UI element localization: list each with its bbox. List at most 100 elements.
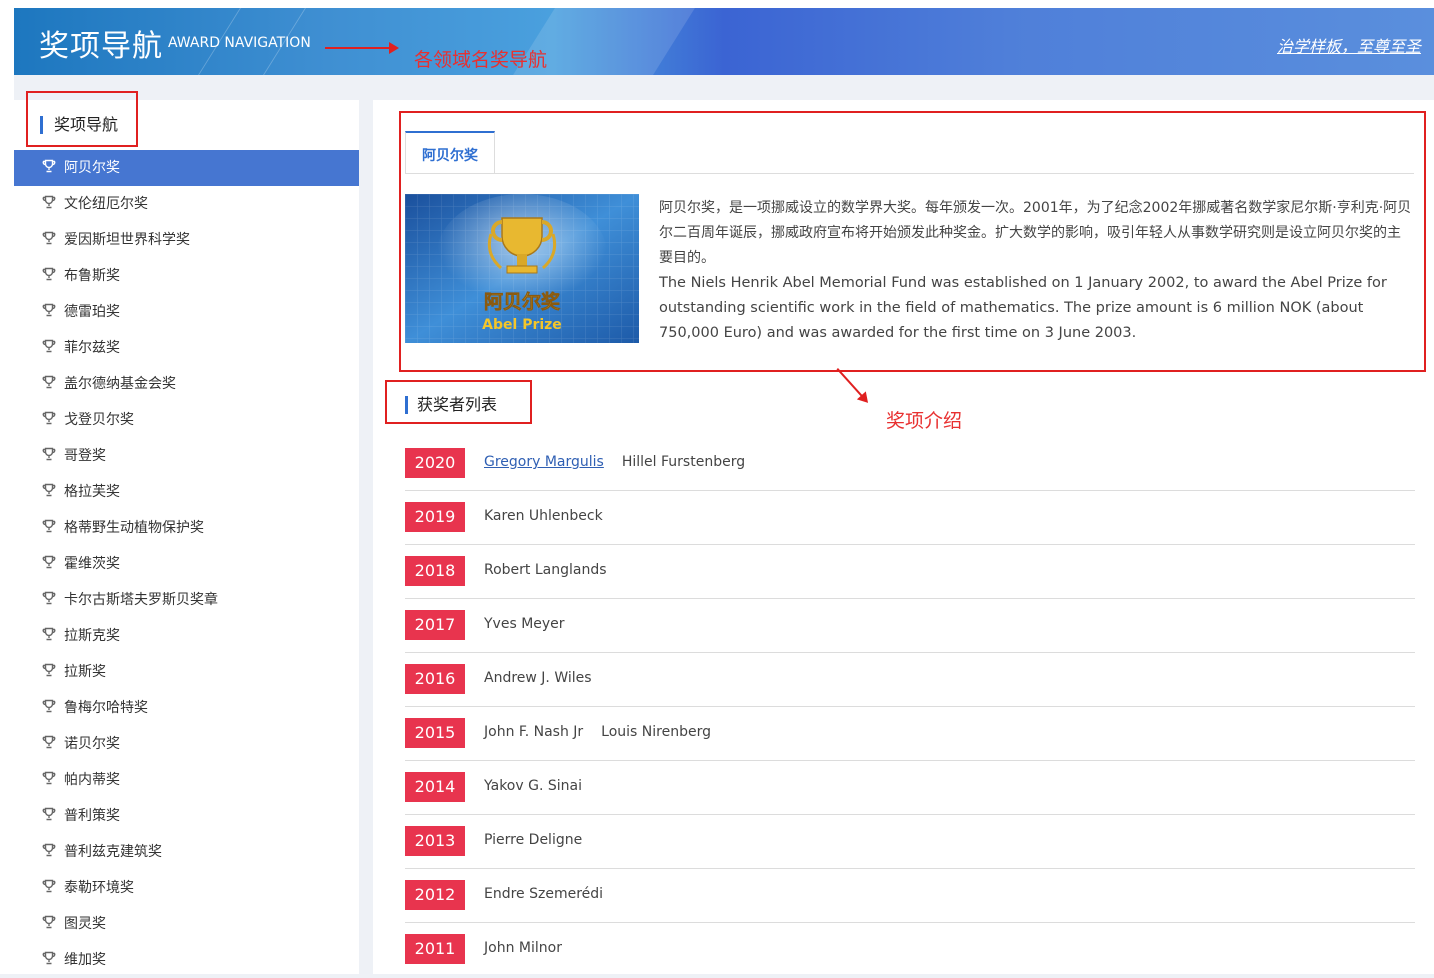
trophy-icon (42, 195, 56, 209)
sidebar-list: 阿贝尔奖文伦纽厄尔奖爱因斯坦世界科学奖 布鲁斯奖德雷珀奖菲尔兹奖盖尔德纳基金会奖戈… (14, 150, 359, 978)
year-badge: 2013 (405, 826, 465, 856)
sidebar-item[interactable]: 普利策奖 (14, 798, 359, 834)
winner-names: Karen Uhlenbeck (484, 508, 621, 524)
motto-link[interactable]: 治学样板，至尊至圣 (1277, 33, 1421, 57)
sidebar-item-label: 爱因斯坦世界科学奖 (64, 232, 190, 248)
trophy-icon (42, 879, 56, 893)
winners-heading: 获奖者列表 (405, 396, 497, 414)
award-image-art: 阿贝尔奖 Abel Prize (405, 194, 639, 343)
trophy-icon (42, 663, 56, 677)
sidebar-item[interactable]: 图灵奖 (14, 906, 359, 942)
winner-name: Louis Nirenberg (601, 724, 711, 740)
winner-row: 2012 Endre Szemerédi (405, 869, 1415, 923)
award-image-subtitle: Abel Prize (482, 317, 562, 333)
sidebar-item[interactable]: 阿贝尔奖 (14, 150, 359, 186)
sidebar-item-label: 霍维茨奖 (64, 556, 120, 572)
sidebar-item-label: 德雷珀奖 (64, 304, 120, 320)
winner-names: Yakov G. Sinai (484, 778, 600, 794)
year-badge: 2011 (405, 934, 465, 964)
sidebar-item-label: 拉斯克奖 (64, 628, 120, 644)
winner-name: John Milnor (484, 940, 562, 956)
sidebar-item[interactable]: 卡尔古斯塔夫罗斯贝奖章 (14, 582, 359, 618)
sidebar-item-label: 阿贝尔奖 (64, 160, 120, 176)
winner-row: 2014 Yakov G. Sinai (405, 761, 1415, 815)
sidebar-item[interactable]: 泰勒环境奖 (14, 870, 359, 906)
year-badge: 2014 (405, 772, 465, 802)
page-left-edge (0, 0, 14, 974)
sidebar-item-label: 普利兹克建筑奖 (64, 844, 162, 860)
winner-name: Hillel Furstenberg (621, 454, 746, 470)
winner-name-link[interactable]: Gregory Margulis (484, 454, 604, 470)
year-badge: 2017 (405, 610, 465, 640)
sidebar-item[interactable]: 帕内蒂奖 (14, 762, 359, 798)
annotation-nav-note: 各领域名奖导航 (414, 49, 548, 71)
sidebar-heading: 奖项导航 (40, 116, 118, 134)
winner-names: Gregory Margulis Hillel Furstenberg (484, 454, 763, 470)
annotation-intro-note: 奖项介绍 (886, 410, 963, 432)
trophy-icon (42, 375, 56, 389)
year-badge: 2012 (405, 880, 465, 910)
sidebar-item-label: 菲尔兹奖 (64, 340, 120, 356)
sidebar-item[interactable]: 拉斯奖 (14, 654, 359, 690)
sidebar-item[interactable]: 戈登贝尔奖 (14, 402, 359, 438)
sidebar-item[interactable]: 爱因斯坦世界科学奖 (14, 222, 359, 258)
winner-name: Karen Uhlenbeck (484, 508, 603, 524)
trophy-icon (42, 699, 56, 713)
sidebar-item[interactable]: 格蒂野生动植物保护奖 (14, 510, 359, 546)
sidebar-item-label: 鲁梅尔哈特奖 (64, 700, 148, 716)
sidebar-item[interactable]: 文伦纽厄尔奖 (14, 186, 359, 222)
sidebar-item[interactable]: 维加奖 (14, 942, 359, 978)
page-title: 奖项导航 (39, 29, 163, 64)
winner-row: 2019 Karen Uhlenbeck (405, 491, 1415, 545)
trophy-icon (42, 411, 56, 425)
sidebar-item-label: 维加奖 (64, 952, 106, 968)
winner-name: Andrew J. Wiles (484, 670, 592, 686)
year-badge: 2015 (405, 718, 465, 748)
sidebar-item[interactable]: 鲁梅尔哈特奖 (14, 690, 359, 726)
winner-names: Robert Langlands (484, 562, 625, 578)
sidebar-item[interactable]: 哥登奖 (14, 438, 359, 474)
sidebar-item[interactable]: 德雷珀奖 (14, 294, 359, 330)
sidebar-item-label: 拉斯奖 (64, 664, 106, 680)
winner-names: Andrew J. Wiles (484, 670, 610, 686)
tab-abel-prize[interactable]: 阿贝尔奖 (405, 131, 495, 173)
year-badge: 2018 (405, 556, 465, 586)
trophy-icon (42, 807, 56, 821)
sidebar-item-label: 帕内蒂奖 (64, 772, 120, 788)
winner-names: Endre Szemerédi (484, 886, 621, 902)
winner-row: 2018 Robert Langlands (405, 545, 1415, 599)
sidebar-item[interactable]: 诺贝尔奖 (14, 726, 359, 762)
year-badge: 2016 (405, 664, 465, 694)
year-badge: 2020 (405, 448, 465, 478)
winner-row: 2011 John Milnor (405, 923, 1415, 977)
main-content: 阿贝尔奖 阿贝尔奖 Abel Prize 阿贝尔奖，是一项挪威设立的数学界大奖。… (373, 100, 1434, 974)
sidebar-item-label: 格拉芙奖 (64, 484, 120, 500)
header-banner: 奖项导航 AWARD NAVIGATION 治学样板，至尊至圣 (14, 8, 1434, 75)
sidebar-item[interactable]: 格拉芙奖 (14, 474, 359, 510)
sidebar-item[interactable]: 布鲁斯奖 (14, 258, 359, 294)
sidebar-item-label: 泰勒环境奖 (64, 880, 134, 896)
winner-row: 2020 Gregory Margulis Hillel Furstenberg (405, 437, 1415, 491)
winner-row: 2015 John F. Nash Jr Louis Nirenberg (405, 707, 1415, 761)
sidebar-item-label: 普利策奖 (64, 808, 120, 824)
description-en: The Niels Henrik Abel Memorial Fund was … (659, 275, 1387, 341)
trophy-icon (42, 915, 56, 929)
sidebar-item-label: 布鲁斯奖 (64, 268, 120, 284)
winner-row: 2016 Andrew J. Wiles (405, 653, 1415, 707)
trophy-icon (42, 159, 56, 173)
trophy-icon (42, 591, 56, 605)
sidebar-item[interactable]: 拉斯克奖 (14, 618, 359, 654)
award-description: 阿贝尔奖，是一项挪威设立的数学界大奖。每年颁发一次。2001年，为了纪念2002… (659, 196, 1413, 346)
winner-row: 2013 Pierre Deligne (405, 815, 1415, 869)
sidebar-item[interactable]: 菲尔兹奖 (14, 330, 359, 366)
sidebar: 奖项导航 阿贝尔奖文伦纽厄尔奖爱因斯坦世界科学奖 布鲁斯奖德雷珀奖菲尔兹奖盖尔德纳… (14, 100, 359, 974)
sidebar-item[interactable]: 霍维茨奖 (14, 546, 359, 582)
award-image-title: 阿贝尔奖 (484, 290, 561, 313)
trophy-icon (42, 843, 56, 857)
winner-name: Endre Szemerédi (484, 886, 604, 902)
winner-name: Yakov G. Sinai (484, 778, 582, 794)
winner-names: Yves Meyer (484, 616, 583, 632)
sidebar-item[interactable]: 普利兹克建筑奖 (14, 834, 359, 870)
sidebar-item[interactable]: 盖尔德纳基金会奖 (14, 366, 359, 402)
page-top-edge (0, 0, 1434, 8)
